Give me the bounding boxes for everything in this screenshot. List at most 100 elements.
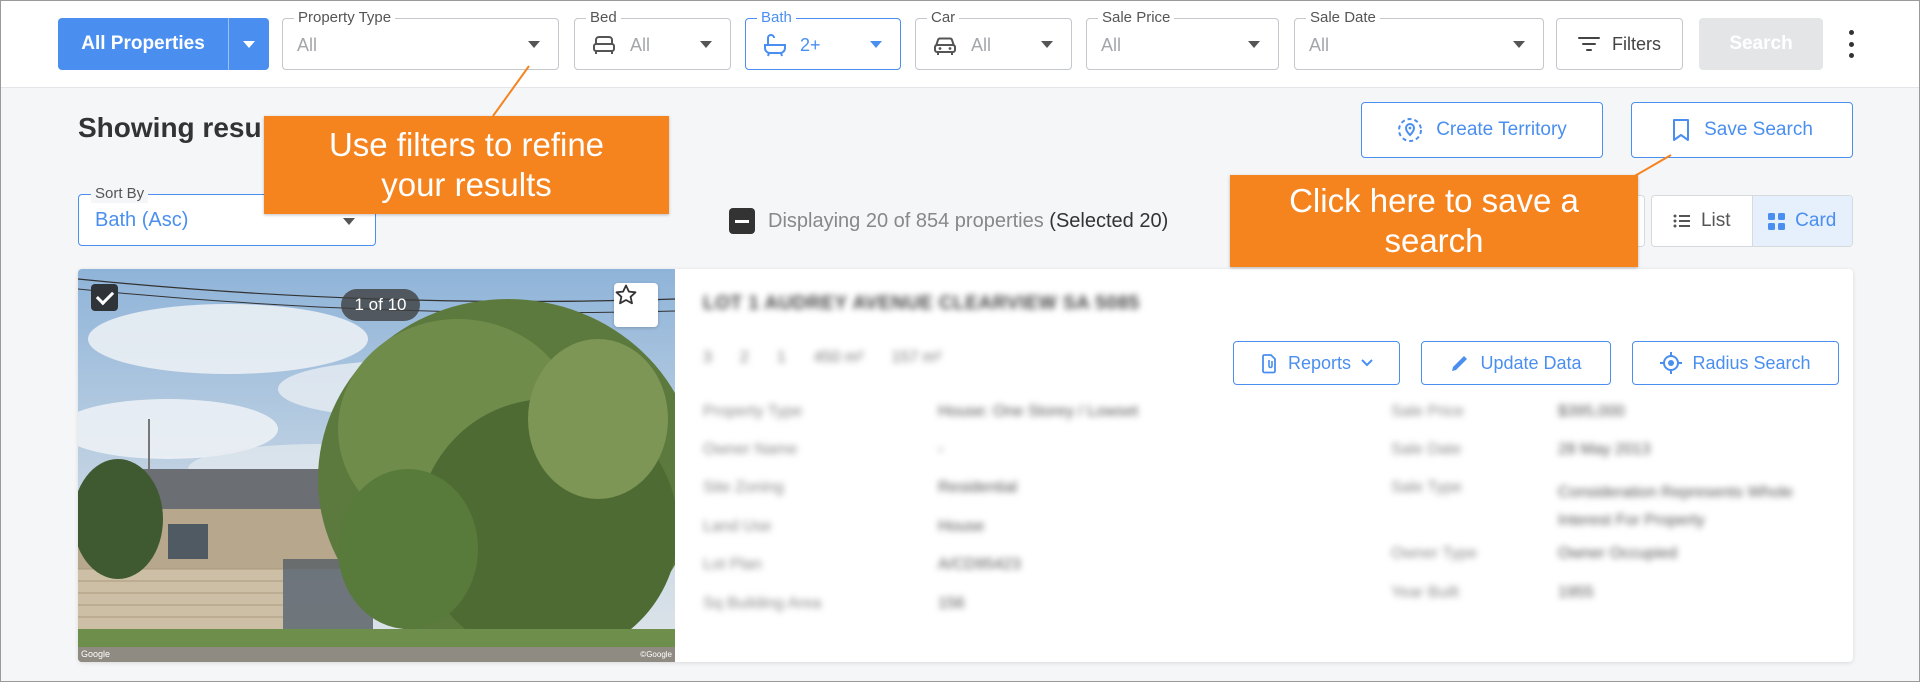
view-toggle: List Card (1651, 195, 1853, 247)
detail-row: Land Use (703, 518, 772, 535)
favorite-button[interactable] (614, 283, 658, 327)
paperclip-icon (1262, 354, 1276, 374)
save-search-label: Save Search (1704, 119, 1813, 140)
detail-row: Site Zoning (703, 479, 784, 496)
app-frame: All Properties Property Type All Bed All… (0, 0, 1920, 682)
property-photo[interactable]: 1 of 10 Google ©Google (78, 269, 675, 662)
select-all-checkbox[interactable] (729, 208, 755, 234)
bed-icon (593, 36, 615, 54)
results-heading: Showing resu (78, 112, 262, 143)
create-territory-button[interactable]: Create Territory (1361, 102, 1603, 158)
more-menu-icon[interactable] (1847, 30, 1855, 58)
detail-value: House (938, 518, 985, 535)
detail-value: A/CD95423 (938, 556, 1021, 573)
property-address: LOT 1 AUDREY AVENUE CLEARVIEW SA 5085 (703, 293, 1140, 314)
grid-icon (1768, 212, 1786, 230)
detail-row: Lot Plan (703, 556, 762, 573)
chevron-down-icon (870, 41, 882, 48)
detail-row: Property Type (703, 403, 803, 420)
filters-button[interactable]: Filters (1556, 18, 1683, 70)
chevron-down-icon (1041, 41, 1053, 48)
filter-bar: All Properties Property Type All Bed All… (1, 1, 1919, 88)
save-search-tooltip: Click here to save a search (1230, 175, 1638, 267)
field-label: Bath (757, 9, 796, 27)
copyright-watermark: ©Google (640, 650, 672, 659)
chevron-down-icon (1361, 359, 1373, 367)
reports-label: Reports (1287, 352, 1352, 373)
filters-tooltip: Use filters to refine your results (264, 116, 669, 214)
results-count-text: Displaying 20 of 854 properties (768, 210, 1044, 232)
field-value: 2+ (800, 35, 821, 55)
pencil-icon (1452, 356, 1468, 371)
car-icon (934, 37, 956, 55)
filters-button-label: Filters (1612, 33, 1661, 54)
chevron-down-icon (700, 41, 712, 48)
google-watermark: Google (81, 649, 111, 659)
sort-by-value: Bath (Asc) (95, 209, 189, 231)
field-label: Car (927, 9, 960, 27)
field-value: All (630, 35, 651, 55)
car-select[interactable]: Car All (915, 9, 1072, 70)
filters-tooltip-line2: your results (381, 166, 552, 203)
field-value: All (1101, 35, 1122, 55)
list-view-label: List (1700, 210, 1731, 231)
chevron-down-icon (1248, 41, 1260, 48)
property-type-select[interactable]: Property Type All (282, 9, 559, 70)
crosshair-icon (1660, 352, 1683, 374)
search-button[interactable]: Search (1699, 18, 1823, 70)
detail-value: Owner Occupied (1558, 545, 1678, 562)
detail-row: Sq Building Area (703, 595, 822, 612)
photo-counter: 1 of 10 (341, 289, 420, 321)
street-view-image (78, 269, 675, 662)
field-value: All (971, 35, 992, 55)
stat-car: 1 (776, 349, 786, 366)
create-territory-label: Create Territory (1436, 119, 1567, 140)
territory-pin-icon (1398, 118, 1423, 142)
field-label: Sale Price (1098, 9, 1175, 27)
property-stats: 3 2 1 450 m² 157 m² (703, 349, 941, 367)
reports-button[interactable]: Reports (1233, 341, 1400, 385)
field-value: All (297, 35, 318, 55)
detail-row: Owner Type (1391, 545, 1477, 562)
detail-value: $395,000 (1558, 403, 1625, 420)
detail-value: 1955 (1558, 584, 1594, 601)
detail-row: Sale Type (1391, 479, 1462, 496)
save-search-button[interactable]: Save Search (1631, 102, 1853, 158)
field-label: Sale Date (1306, 9, 1380, 27)
update-data-button[interactable]: Update Data (1421, 341, 1611, 385)
stat-floor-area: 157 m² (891, 349, 942, 366)
detail-value: Consideration Represents Whole Interest … (1558, 484, 1793, 529)
detail-value: 28 May 2013 (1558, 441, 1651, 458)
sale-price-select[interactable]: Sale Price All (1086, 9, 1279, 70)
card-select-checkbox[interactable] (91, 284, 118, 311)
star-icon (615, 284, 637, 305)
list-icon (1673, 214, 1690, 228)
property-card[interactable]: 1 of 10 Google ©Google LOT 1 AUDREY AVEN… (78, 269, 1853, 662)
save-search-tooltip-line1: Click here to save a (1289, 182, 1579, 219)
card-view-button[interactable]: Card (1751, 196, 1852, 246)
chevron-down-icon (343, 218, 355, 225)
chevron-down-icon (1513, 41, 1525, 48)
detail-row: Owner Name (703, 441, 798, 458)
sale-date-select[interactable]: Sale Date All (1294, 9, 1544, 70)
filters-tooltip-line1: Use filters to refine (328, 126, 605, 163)
bed-select[interactable]: Bed All (574, 9, 731, 70)
all-properties-button[interactable]: All Properties (58, 18, 229, 70)
field-label: Property Type (294, 9, 396, 27)
all-properties-split-button[interactable]: All Properties (58, 18, 269, 70)
list-view-button[interactable]: List (1652, 196, 1752, 246)
detail-row: Sale Price (1391, 403, 1464, 420)
chevron-down-icon (528, 41, 540, 48)
radius-search-button[interactable]: Radius Search (1632, 341, 1839, 385)
sort-by-label: Sort By (91, 185, 149, 203)
filter-lines-icon (1578, 37, 1600, 51)
bath-select[interactable]: Bath 2+ (745, 9, 901, 70)
radius-search-label: Radius Search (1692, 352, 1811, 373)
detail-row: Year Built (1391, 584, 1459, 601)
detail-row: Sale Date (1391, 441, 1462, 458)
detail-value: House: One Storey / Lowset (938, 403, 1139, 420)
field-label: Bed (586, 9, 621, 27)
all-properties-dropdown[interactable] (229, 18, 269, 70)
card-view-label: Card (1795, 210, 1837, 231)
update-data-label: Update Data (1480, 352, 1582, 373)
